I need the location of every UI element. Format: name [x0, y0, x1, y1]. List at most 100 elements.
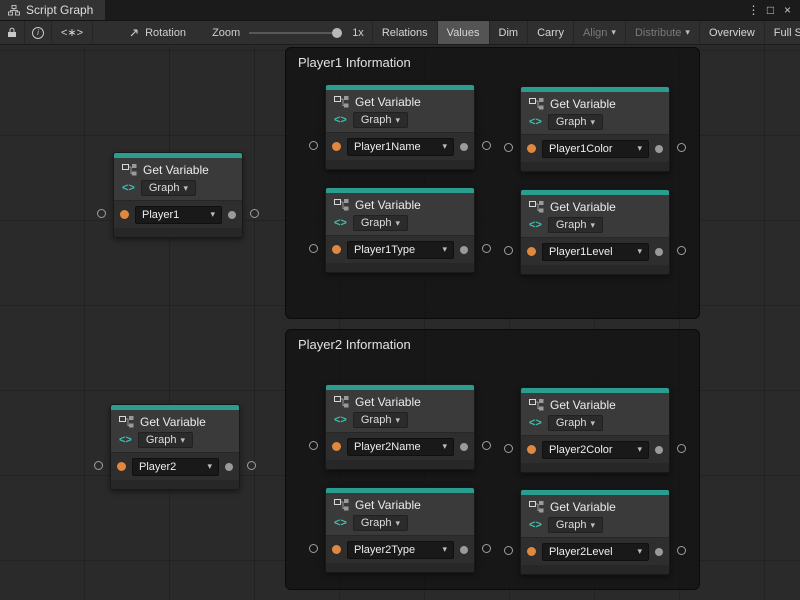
input-port[interactable] [504, 246, 513, 255]
scope-value: Graph [361, 414, 392, 426]
caret-down-icon: ▾ [395, 415, 400, 426]
input-port-dot[interactable] [527, 144, 536, 153]
output-port[interactable] [677, 546, 686, 555]
scope-dropdown[interactable]: Graph▾ [353, 412, 408, 428]
tab-script-graph[interactable]: Script Graph [0, 0, 105, 20]
graph-canvas[interactable]: Player1 Information Player2 Information … [0, 46, 800, 600]
input-port-dot[interactable] [332, 245, 341, 254]
get-variable-node-player2color[interactable]: Get Variable <> Graph▾ Player2Color▾ [520, 387, 670, 473]
input-port-dot[interactable] [120, 210, 129, 219]
get-variable-node-player1level[interactable]: Get Variable <> Graph▾ Player1Level▾ [520, 189, 670, 275]
rotation-icon [129, 27, 140, 38]
rotation-control: Rotation [121, 21, 194, 44]
variable-dropdown[interactable]: Player2▾ [132, 458, 219, 476]
input-port-dot[interactable] [527, 547, 536, 556]
zoom-to-fit-button[interactable]: <∗> [52, 21, 93, 44]
variable-dropdown[interactable]: Player1▾ [135, 206, 222, 224]
input-port-dot[interactable] [527, 445, 536, 454]
get-variable-node-player1color[interactable]: Get Variable <> Graph▾ Player1Color▾ [520, 86, 670, 172]
output-port[interactable] [247, 461, 256, 470]
relations-button[interactable]: Relations [372, 21, 437, 44]
input-port[interactable] [504, 546, 513, 555]
scope-dropdown[interactable]: Graph▾ [353, 112, 408, 128]
scope-dropdown[interactable]: Graph▾ [548, 415, 603, 431]
get-variable-node-player1type[interactable]: Get Variable <> Graph▾ Player1Type▾ [325, 187, 475, 273]
scope-dropdown[interactable]: Graph▾ [548, 114, 603, 130]
lock-icon [7, 27, 17, 38]
close-icon[interactable]: × [779, 0, 796, 20]
variable-name: Player1Name [354, 141, 421, 153]
variable-dropdown[interactable]: Player2Level▾ [542, 543, 649, 561]
overview-button[interactable]: Overview [699, 21, 764, 44]
code-icon: <> [334, 414, 347, 426]
input-port-dot[interactable] [527, 247, 536, 256]
info-button[interactable]: i [25, 21, 52, 44]
zoom-label: Zoom [212, 27, 240, 39]
get-variable-node-player1[interactable]: Get Variable <> Graph▾ Player1▾ [113, 152, 243, 238]
variable-name: Player2Level [549, 546, 613, 558]
zoom-slider-handle[interactable] [332, 28, 342, 38]
variable-dropdown[interactable]: Player2Type▾ [347, 541, 454, 559]
lock-button[interactable] [0, 21, 25, 44]
node-body: Player1Type▾ [326, 235, 474, 263]
output-port[interactable] [677, 444, 686, 453]
input-port-dot[interactable] [117, 462, 126, 471]
input-port[interactable] [309, 244, 318, 253]
input-port-dot[interactable] [332, 442, 341, 451]
fullscreen-button[interactable]: Full Screen [764, 21, 800, 44]
variable-dropdown[interactable]: Player2Name▾ [347, 438, 454, 456]
input-port-dot[interactable] [332, 545, 341, 554]
caret-down-icon: ▾ [590, 520, 595, 531]
scope-dropdown[interactable]: Graph▾ [353, 215, 408, 231]
input-port[interactable] [97, 209, 106, 218]
input-port[interactable] [309, 141, 318, 150]
output-port[interactable] [250, 209, 259, 218]
scope-dropdown[interactable]: Graph▾ [353, 515, 408, 531]
node-header: Get Variable [326, 90, 474, 111]
get-variable-node-player2type[interactable]: Get Variable <> Graph▾ Player2Type▾ [325, 487, 475, 573]
variable-dropdown[interactable]: Player1Type▾ [347, 241, 454, 259]
menu-icon[interactable]: ⋮ [745, 0, 762, 20]
zoom-value: 1x [352, 27, 364, 39]
values-button[interactable]: Values [437, 21, 489, 44]
value-dot [225, 463, 233, 471]
get-variable-node-player1name[interactable]: Get Variable <> Graph▾ Player1Name▾ [325, 84, 475, 170]
output-port[interactable] [482, 244, 491, 253]
dim-button[interactable]: Dim [489, 21, 528, 44]
caret-down-icon: ▾ [637, 246, 642, 257]
node-footer [521, 565, 669, 574]
maximize-icon[interactable]: □ [762, 0, 779, 20]
variable-dropdown[interactable]: Player1Color▾ [542, 140, 649, 158]
get-variable-node-player2name[interactable]: Get Variable <> Graph▾ Player2Name▾ [325, 384, 475, 470]
title-bar: Script Graph ⋮ □ × [0, 0, 800, 20]
variable-dropdown[interactable]: Player1Name▾ [347, 138, 454, 156]
scope-dropdown[interactable]: Graph▾ [548, 217, 603, 233]
output-port[interactable] [482, 441, 491, 450]
caret-down-icon: ▾ [637, 143, 642, 154]
input-port[interactable] [94, 461, 103, 470]
input-port[interactable] [309, 544, 318, 553]
input-port[interactable] [504, 143, 513, 152]
input-port[interactable] [504, 444, 513, 453]
scope-dropdown[interactable]: Graph▾ [141, 180, 196, 196]
get-variable-icon [122, 164, 137, 176]
output-port[interactable] [482, 544, 491, 553]
get-variable-node-player2level[interactable]: Get Variable <> Graph▾ Player2Level▾ [520, 489, 670, 575]
output-port[interactable] [482, 141, 491, 150]
output-port[interactable] [677, 246, 686, 255]
variable-dropdown[interactable]: Player1Level▾ [542, 243, 649, 261]
scope-value: Graph [556, 219, 587, 231]
variable-dropdown[interactable]: Player2Color▾ [542, 441, 649, 459]
carry-button[interactable]: Carry [527, 21, 573, 44]
node-header: Get Variable [114, 158, 242, 179]
get-variable-icon [529, 399, 544, 411]
output-port[interactable] [677, 143, 686, 152]
scope-dropdown[interactable]: Graph▾ [548, 517, 603, 533]
input-port[interactable] [309, 441, 318, 450]
scope-dropdown[interactable]: Graph▾ [138, 432, 193, 448]
input-port-dot[interactable] [332, 142, 341, 151]
zoom-slider[interactable] [249, 32, 337, 34]
graph-toolbar: i <∗> Rotation Zoom 1x Relations Values … [0, 20, 800, 45]
get-variable-node-player2[interactable]: Get Variable <> Graph▾ Player2▾ [110, 404, 240, 490]
caret-down-icon: ▾ [180, 435, 185, 446]
